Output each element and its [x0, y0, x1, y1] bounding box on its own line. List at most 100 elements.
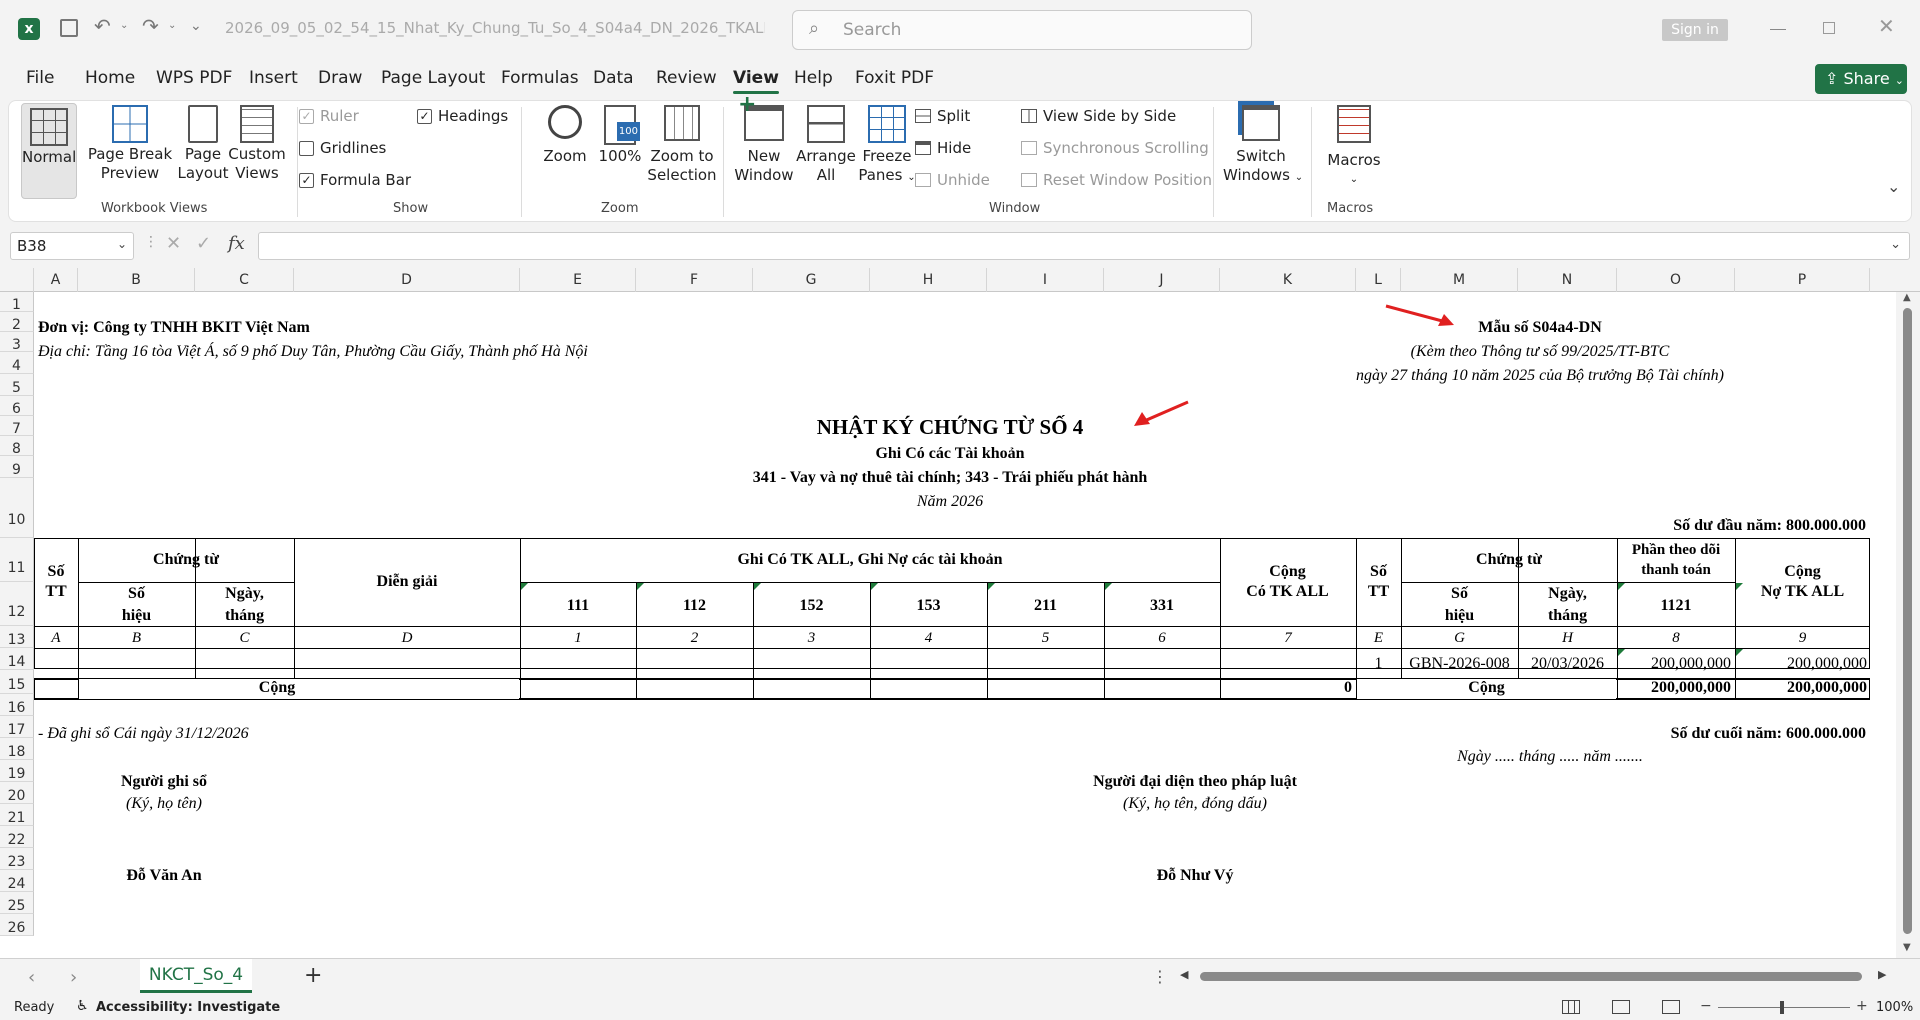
expand-formula-bar-icon[interactable]: ⌄: [1890, 237, 1901, 252]
page-break-preview-button[interactable]: Page Break Preview: [85, 105, 175, 183]
select-all-corner[interactable]: [0, 268, 34, 292]
tab-formulas[interactable]: Formulas: [501, 68, 579, 88]
sign-in-button[interactable]: Sign in: [1662, 19, 1728, 41]
scroll-up-icon[interactable]: ▲: [1903, 292, 1911, 303]
column-header[interactable]: D: [294, 268, 520, 292]
macros-button[interactable]: Macros ⌄: [1321, 105, 1387, 189]
column-header[interactable]: G: [753, 268, 870, 292]
new-window-button[interactable]: + New Window: [729, 94, 799, 185]
minimize-icon[interactable]: [1770, 29, 1786, 30]
share-icon: ⇪: [1825, 69, 1839, 88]
tab-help[interactable]: Help: [794, 68, 833, 88]
zoom-in-icon[interactable]: +: [1856, 998, 1868, 1014]
zoom-100-button[interactable]: 100 100%: [595, 105, 645, 166]
close-icon[interactable]: ✕: [1878, 14, 1895, 38]
accessibility-status[interactable]: Accessibility: Investigate: [96, 1000, 280, 1015]
column-header[interactable]: O: [1617, 268, 1735, 292]
zoom-to-selection-button[interactable]: Zoom to Selection: [647, 105, 717, 185]
tab-foxit-pdf[interactable]: Foxit PDF: [855, 68, 934, 88]
tab-data[interactable]: Data: [593, 68, 634, 88]
ribbon-collapse-icon[interactable]: ⌄: [1887, 177, 1900, 196]
share-button[interactable]: ⇪ Share ⌄: [1815, 64, 1907, 94]
chevron-down-icon[interactable]: ⌄: [117, 237, 127, 251]
tab-home[interactable]: Home: [85, 68, 135, 88]
search-box[interactable]: ⌕ Search: [792, 10, 1252, 50]
reset-window-position-button[interactable]: Reset Window Position: [1021, 171, 1212, 189]
zoom-selection-label-1: Zoom to: [650, 147, 714, 165]
restore-icon[interactable]: [1823, 22, 1835, 34]
arrange-all-button[interactable]: Arrange All: [793, 105, 859, 185]
report-title: NHẬT KÝ CHỨNG TỪ SỐ 4: [816, 415, 1084, 439]
normal-view-button[interactable]: Normal: [21, 103, 77, 199]
undo-icon[interactable]: ↶: [94, 14, 111, 38]
page-layout-status-icon[interactable]: [1612, 1000, 1630, 1014]
zoom-out-icon[interactable]: −: [1700, 998, 1712, 1014]
tab-wps-pdf[interactable]: WPS PDF: [156, 68, 232, 88]
column-header[interactable]: E: [520, 268, 636, 292]
scroll-thumb[interactable]: [1903, 308, 1912, 934]
page-layout-view-button[interactable]: Page Layout: [175, 105, 231, 183]
split-button[interactable]: Split: [915, 107, 970, 125]
formula-input[interactable]: ⌄: [258, 232, 1910, 260]
ribbon-separator: [1213, 107, 1214, 217]
unhide-label: Unhide: [937, 171, 990, 189]
column-header[interactable]: M: [1401, 268, 1518, 292]
cancel-icon[interactable]: ✕: [166, 233, 181, 254]
add-sheet-icon[interactable]: +: [304, 963, 322, 988]
unhide-button[interactable]: Unhide: [915, 171, 990, 189]
tab-page-layout[interactable]: Page Layout: [381, 68, 485, 88]
h-scroll-thumb[interactable]: [1200, 972, 1862, 981]
scroll-right-icon[interactable]: ▶: [1878, 968, 1886, 981]
redo-dropdown-icon[interactable]: ⌄: [168, 20, 176, 31]
column-header[interactable]: P: [1735, 268, 1870, 292]
next-sheet-icon[interactable]: ›: [70, 967, 77, 988]
scroll-down-icon[interactable]: ▼: [1903, 942, 1911, 953]
column-header[interactable]: I: [987, 268, 1104, 292]
qat-more-icon[interactable]: ⌄: [190, 18, 202, 34]
column-header[interactable]: C: [195, 268, 294, 292]
save-icon[interactable]: [60, 19, 78, 37]
name-box[interactable]: B38 ⌄: [10, 232, 134, 260]
gridlines-checkbox[interactable]: Gridlines: [299, 139, 386, 157]
worksheet-grid[interactable]: ABCDEFGHIJKLMNOP 1 2 3 4 5 6 7 8 9 10 11 12 13 14 15 16…: [0, 268, 1920, 958]
zoom-button[interactable]: Zoom: [535, 105, 595, 166]
tab-review[interactable]: Review: [656, 68, 717, 88]
tab-insert[interactable]: Insert: [249, 68, 298, 88]
sheet-tab-nkct-so-4[interactable]: NKCT_So_4: [140, 959, 252, 993]
column-header[interactable]: J: [1104, 268, 1220, 292]
tab-draw[interactable]: Draw: [318, 68, 362, 88]
column-header[interactable]: H: [870, 268, 987, 292]
horizontal-scrollbar[interactable]: ◀ ▶: [1176, 967, 1896, 985]
enter-icon[interactable]: ✓: [196, 233, 211, 254]
zoom-selection-icon: [664, 105, 700, 141]
prev-sheet-icon[interactable]: ‹: [28, 967, 35, 988]
ruler-checkbox[interactable]: ✓ Ruler: [299, 107, 359, 125]
column-header[interactable]: A: [34, 268, 78, 292]
formula-bar-checkbox[interactable]: ✓ Formula Bar: [299, 171, 411, 189]
switch-windows-button[interactable]: Switch Windows ⌄: [1223, 105, 1303, 187]
zoom-slider[interactable]: [1718, 1001, 1850, 1014]
tab-view[interactable]: View: [733, 68, 779, 94]
insert-function-icon[interactable]: fx: [228, 233, 245, 254]
normal-view-status-icon[interactable]: [1562, 1000, 1580, 1014]
tab-options-icon[interactable]: ⋮: [1152, 967, 1168, 986]
synchronous-scrolling-button[interactable]: Synchronous Scrolling: [1021, 139, 1209, 157]
zoom-slider-thumb[interactable]: [1780, 1001, 1784, 1014]
tab-file[interactable]: File: [26, 68, 54, 88]
column-header[interactable]: L: [1356, 268, 1401, 292]
custom-views-button[interactable]: Custom Views: [227, 105, 287, 183]
page-break-status-icon[interactable]: [1662, 1000, 1680, 1014]
column-header[interactable]: F: [636, 268, 753, 292]
headings-checkbox[interactable]: ✓ Headings: [417, 107, 508, 125]
freeze-panes-button[interactable]: Freeze Panes ⌄: [855, 105, 919, 187]
column-header[interactable]: N: [1518, 268, 1617, 292]
column-header[interactable]: K: [1220, 268, 1356, 292]
zoom-level[interactable]: 100%: [1876, 1000, 1913, 1015]
column-header[interactable]: B: [78, 268, 195, 292]
hide-button[interactable]: Hide: [915, 139, 971, 157]
undo-dropdown-icon[interactable]: ⌄: [120, 20, 128, 31]
redo-icon[interactable]: ↷: [142, 14, 159, 38]
scroll-left-icon[interactable]: ◀: [1180, 968, 1188, 981]
view-side-by-side-button[interactable]: View Side by Side: [1021, 107, 1176, 125]
vertical-scrollbar[interactable]: ▲ ▼: [1896, 292, 1920, 958]
